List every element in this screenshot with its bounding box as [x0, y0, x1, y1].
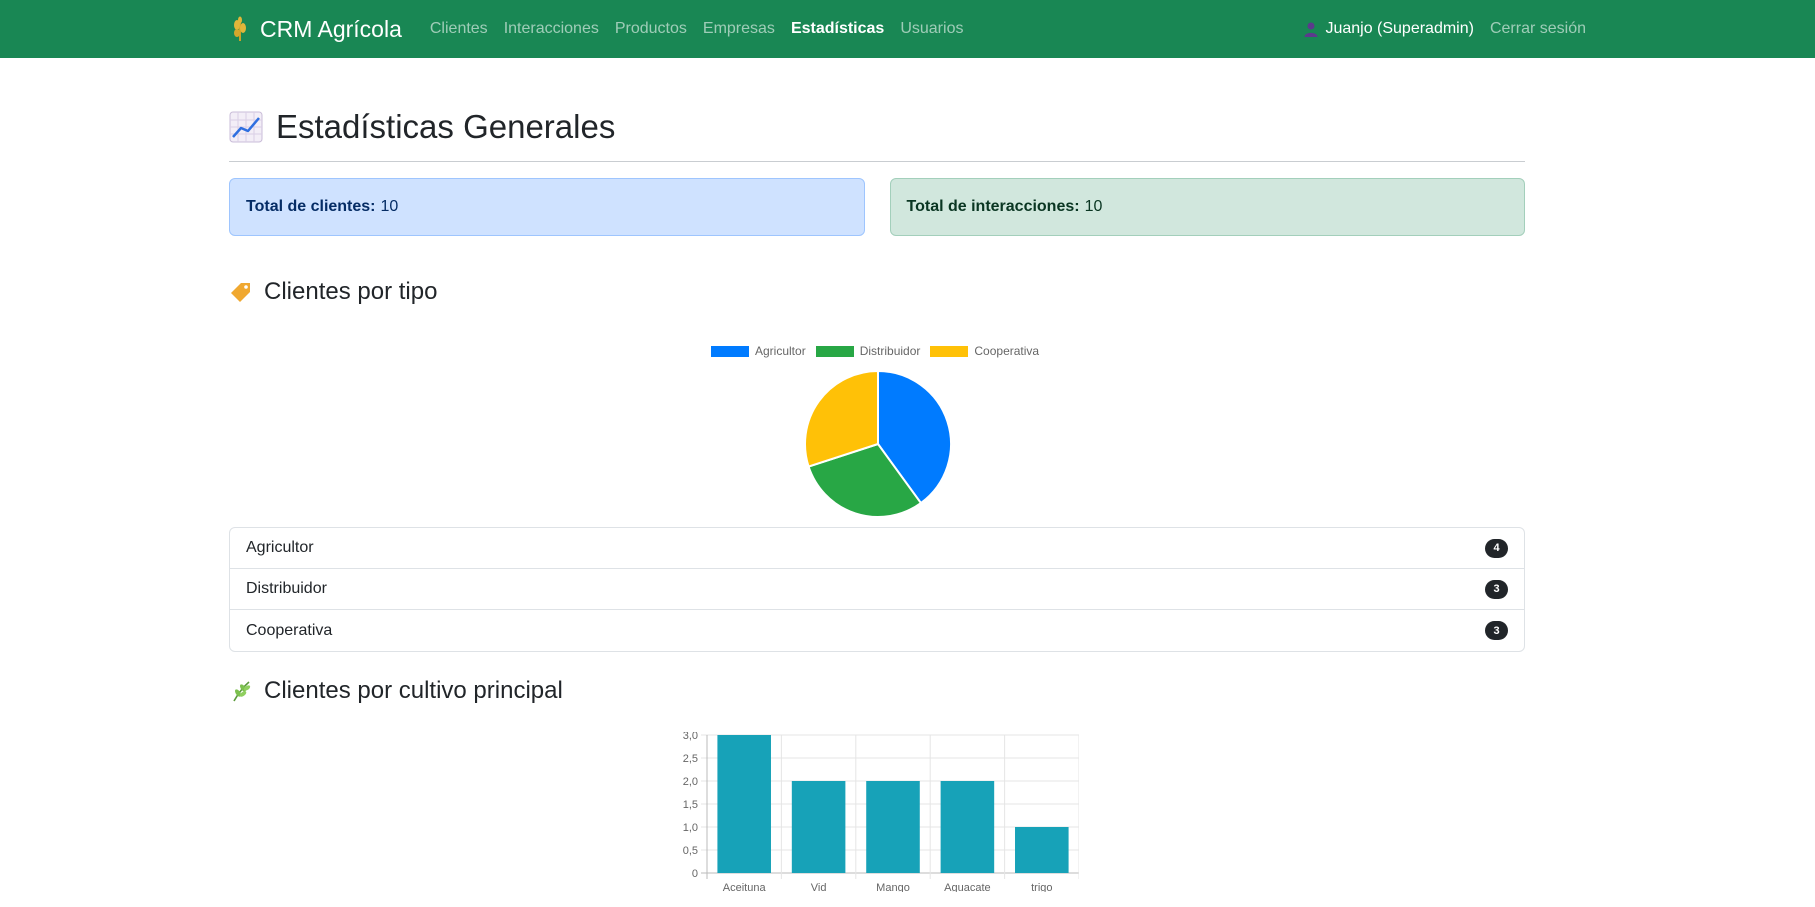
y-tick-label: 1,0	[683, 822, 698, 834]
section-clientes-por-cultivo: Clientes por cultivo principal	[229, 677, 1525, 705]
navbar: CRM Agrícola Clientes Interacciones Prod…	[0, 0, 1815, 58]
user-icon	[1304, 22, 1318, 37]
list-item: Cooperativa 3	[230, 610, 1524, 651]
y-tick-label: 0	[692, 868, 698, 880]
page-title: Estadísticas Generales	[229, 108, 1525, 146]
legend-label: Distribuidor	[859, 344, 921, 358]
x-tick-label: Aceituna	[723, 882, 767, 892]
pie-chart-area: Agricultor Distribuidor Cooperativa	[229, 306, 1525, 527]
wheat-icon	[234, 16, 246, 41]
nav-link-estadisticas[interactable]: Estadísticas	[791, 20, 884, 38]
section-clientes-por-tipo: Clientes por tipo	[229, 278, 1525, 306]
tag-icon	[231, 283, 250, 302]
user-name: Juanjo (Superadmin)	[1325, 20, 1474, 37]
pie-chart	[804, 369, 952, 518]
count-badge: 3	[1485, 579, 1508, 599]
logout-link[interactable]: Cerrar sesión	[1490, 20, 1586, 38]
bar[interactable]	[717, 735, 771, 873]
brand[interactable]: CRM Agrícola	[229, 16, 402, 43]
title-divider	[229, 161, 1525, 162]
nav-link-usuarios[interactable]: Usuarios	[900, 20, 963, 38]
tipo-list: Agricultor 4 Distribuidor 3 Cooperativa …	[229, 527, 1525, 652]
main-content: Estadísticas Generales Total de clientes…	[229, 58, 1525, 892]
y-tick-label: 0,5	[683, 845, 698, 857]
section-title-tipo: Clientes por tipo	[264, 278, 438, 305]
herb-icon	[233, 681, 251, 702]
list-item: Agricultor 4	[230, 528, 1524, 569]
nav-link-productos[interactable]: Productos	[615, 20, 687, 38]
bar-chart: 0 0,5 1,0 1,5 2,0 2,5 3,0 Aceituna Vid Mango Aguac…	[683, 732, 1079, 892]
stats-row: Total de clientes: 10 Total de interacci…	[229, 178, 1525, 236]
y-tick-label: 3,0	[683, 732, 698, 742]
total-interacciones-value: 10	[1084, 198, 1103, 215]
legend-swatch	[930, 345, 969, 357]
legend-swatch	[711, 345, 749, 357]
page-title-text: Estadísticas Generales	[276, 108, 616, 145]
current-user: Juanjo (Superadmin)	[1303, 20, 1474, 38]
nav-link-interacciones[interactable]: Interacciones	[504, 20, 599, 38]
pie-legend: Agricultor Distribuidor Cooperativa	[711, 344, 1039, 358]
total-clientes-label: Total de clientes:	[246, 198, 376, 215]
y-tick-label: 1,5	[683, 799, 698, 811]
brand-name: CRM Agrícola	[260, 15, 402, 42]
legend-label: Agricultor	[755, 344, 806, 358]
legend-item[interactable]: Distribuidor	[815, 344, 921, 358]
nav-link-empresas[interactable]: Empresas	[703, 20, 775, 38]
total-interacciones-card: Total de interacciones: 10	[889, 178, 1525, 236]
chart-increasing-icon	[229, 111, 263, 143]
nav-right: Juanjo (Superadmin) Cerrar sesión	[1303, 20, 1586, 38]
x-tick-label: Mango	[876, 882, 910, 892]
x-tick-label: Aguacate	[944, 882, 990, 892]
bar[interactable]	[791, 781, 846, 873]
y-tick-label: 2,0	[683, 776, 698, 788]
bar[interactable]	[866, 781, 920, 873]
list-item: Distribuidor 3	[230, 569, 1524, 610]
list-item-label: Agricultor	[246, 539, 314, 556]
count-badge: 3	[1485, 621, 1508, 640]
legend-label: Cooperativa	[974, 344, 1040, 358]
y-tick-label: 2,5	[683, 753, 698, 765]
count-badge: 4	[1485, 538, 1508, 558]
bar[interactable]	[1015, 827, 1069, 873]
bar[interactable]	[940, 781, 995, 873]
list-item-label: Cooperativa	[246, 621, 333, 639]
x-tick-label: Vid	[811, 882, 827, 892]
section-title-cultivo: Clientes por cultivo principal	[264, 677, 563, 704]
legend-swatch	[815, 345, 854, 357]
legend-item[interactable]: Cooperativa	[930, 344, 1039, 358]
nav-link-clientes[interactable]: Clientes	[430, 20, 488, 38]
total-clientes-value: 10	[380, 198, 399, 215]
legend-item[interactable]: Agricultor	[711, 344, 806, 358]
x-tick-label: trigo	[1031, 882, 1052, 892]
total-clientes-card: Total de clientes: 10	[229, 178, 865, 236]
nav-links: Clientes Interacciones Productos Empresa…	[430, 20, 964, 38]
total-interacciones-label: Total de interacciones:	[906, 198, 1080, 215]
list-item-label: Distribuidor	[246, 580, 327, 597]
